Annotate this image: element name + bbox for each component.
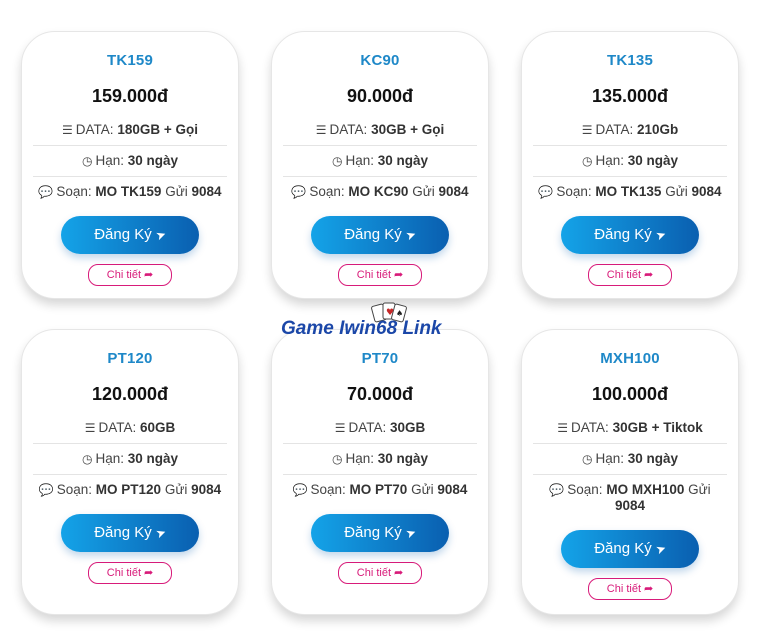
clock-icon: ◷ bbox=[581, 452, 593, 466]
sms-row: 💬 Soạn: MO TK135 Gửi 9084 bbox=[538, 184, 722, 199]
detail-button[interactable]: Chi tiết ➦ bbox=[338, 264, 422, 286]
register-button[interactable]: Đăng Ký ➤ bbox=[561, 530, 699, 568]
term-row: ◷ Hạn: 30 ngày bbox=[283, 146, 477, 177]
paper-plane-icon: ➤ bbox=[653, 540, 668, 558]
database-icon: ☰ bbox=[62, 123, 73, 137]
term-row: ◷ Hạn: 30 ngày bbox=[33, 146, 227, 177]
comment-icon: 💬 bbox=[538, 185, 554, 199]
package-price: 70.000đ bbox=[346, 384, 414, 404]
package-card-pt70: PT70 70.000đ ☰ DATA: 30GB ◷ Hạn: 30 ngày 💬… bbox=[271, 329, 489, 615]
watermark-logo: ♥ ♠ Game Iwin68 Link bbox=[281, 301, 471, 345]
package-price: 90.000đ bbox=[346, 86, 414, 106]
comment-icon: 💬 bbox=[292, 483, 308, 497]
term-row: ◷ Hạn: 30 ngày bbox=[533, 146, 727, 177]
package-name: PT120 bbox=[107, 350, 153, 367]
package-card-tk135: TK135 135.000đ ☰ DATA: 210Gb ◷ Hạn: 30 ngà… bbox=[521, 31, 739, 299]
share-icon: ➦ bbox=[394, 567, 404, 579]
sms-row: 💬 Soạn: MO TK159 Gửi 9084 bbox=[38, 184, 222, 199]
data-row: ☰ DATA: 30GB + Tiktok bbox=[533, 413, 727, 444]
package-name: MXH100 bbox=[600, 350, 660, 367]
package-name: KC90 bbox=[360, 52, 400, 69]
database-icon: ☰ bbox=[334, 421, 346, 435]
share-icon: ➦ bbox=[144, 567, 154, 579]
sms-row: 💬 Soạn: MO PT120 Gửi 9084 bbox=[38, 482, 222, 497]
package-card-mxh100: MXH100 100.000đ ☰ DATA: 30GB + Tiktok ◷ Hạ… bbox=[521, 329, 739, 615]
package-price: 135.000đ bbox=[591, 86, 669, 106]
data-row: ☰ DATA: 180GB + Gọi bbox=[33, 115, 227, 146]
data-row: ☰ DATA: 30GB + Gọi bbox=[283, 115, 477, 146]
clock-icon: ◷ bbox=[331, 452, 343, 466]
database-icon: ☰ bbox=[581, 123, 593, 137]
paper-plane-icon: ➤ bbox=[153, 226, 168, 244]
paper-plane-icon: ➤ bbox=[153, 524, 168, 542]
detail-button[interactable]: Chi tiết ➦ bbox=[88, 264, 172, 286]
share-icon: ➦ bbox=[394, 269, 404, 281]
detail-button[interactable]: Chi tiết ➦ bbox=[588, 264, 672, 286]
clock-icon: ◷ bbox=[331, 154, 343, 168]
detail-button[interactable]: Chi tiết ➦ bbox=[338, 562, 422, 584]
paper-plane-icon: ➤ bbox=[403, 226, 418, 244]
sms-row: 💬 Soạn: MO MXH100 Gửi 9084 bbox=[549, 482, 711, 513]
package-name: PT70 bbox=[361, 350, 399, 367]
database-icon: ☰ bbox=[84, 421, 96, 435]
share-icon: ➦ bbox=[644, 583, 654, 595]
register-button[interactable]: Đăng Ký ➤ bbox=[61, 514, 199, 552]
database-icon: ☰ bbox=[557, 421, 569, 435]
package-name: TK135 bbox=[606, 52, 654, 69]
data-row: ☰ DATA: 60GB bbox=[33, 413, 227, 444]
sms-row: 💬 Soạn: MO KC90 Gửi 9084 bbox=[291, 184, 469, 199]
svg-text:♥: ♥ bbox=[386, 308, 394, 318]
watermark-text: Game Iwin68 Link bbox=[281, 318, 442, 339]
comment-icon: 💬 bbox=[291, 185, 307, 199]
clock-icon: ◷ bbox=[581, 154, 593, 168]
svg-text:♠: ♠ bbox=[396, 309, 403, 318]
register-button[interactable]: Đăng Ký ➤ bbox=[311, 514, 449, 552]
detail-button[interactable]: Chi tiết ➦ bbox=[588, 578, 672, 600]
term-row: ◷ Hạn: 30 ngày bbox=[533, 444, 727, 475]
comment-icon: 💬 bbox=[38, 185, 54, 199]
paper-plane-icon: ➤ bbox=[653, 226, 668, 244]
detail-button[interactable]: Chi tiết ➦ bbox=[88, 562, 172, 584]
package-price: 100.000đ bbox=[591, 384, 669, 404]
paper-plane-icon: ➤ bbox=[403, 524, 418, 542]
register-button[interactable]: Đăng Ký ➤ bbox=[561, 216, 699, 254]
sms-row: 💬 Soạn: MO PT70 Gửi 9084 bbox=[292, 482, 468, 497]
package-card-tk159: TK159 159.000đ ☰ DATA: 180GB + Gọi ◷ Hạn: … bbox=[21, 31, 239, 299]
data-row: ☰ DATA: 210Gb bbox=[533, 115, 727, 146]
comment-icon: 💬 bbox=[38, 483, 54, 497]
package-card-kc90: KC90 90.000đ ☰ DATA: 30GB + Gọi ◷ Hạn: 30 … bbox=[271, 31, 489, 299]
package-price: 120.000đ bbox=[91, 384, 169, 404]
term-row: ◷ Hạn: 30 ngày bbox=[283, 444, 477, 475]
database-icon: ☰ bbox=[315, 123, 327, 137]
clock-icon: ◷ bbox=[81, 154, 93, 168]
data-row: ☰ DATA: 30GB bbox=[283, 413, 477, 444]
share-icon: ➦ bbox=[144, 269, 154, 281]
clock-icon: ◷ bbox=[81, 452, 93, 466]
package-card-pt120: PT120 120.000đ ☰ DATA: 60GB ◷ Hạn: 30 ngày… bbox=[21, 329, 239, 615]
register-button[interactable]: Đăng Ký ➤ bbox=[61, 216, 199, 254]
package-name: TK159 bbox=[106, 52, 154, 69]
package-price: 159.000đ bbox=[91, 86, 169, 106]
term-row: ◷ Hạn: 30 ngày bbox=[33, 444, 227, 475]
register-button[interactable]: Đăng Ký ➤ bbox=[311, 216, 449, 254]
share-icon: ➦ bbox=[644, 269, 654, 281]
comment-icon: 💬 bbox=[549, 483, 565, 497]
